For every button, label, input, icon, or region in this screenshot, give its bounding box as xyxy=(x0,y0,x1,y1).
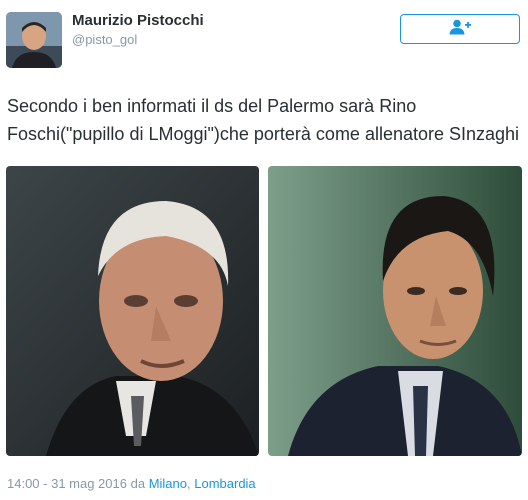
tweet-photo-1[interactable] xyxy=(6,166,259,456)
location-prefix: da xyxy=(130,476,146,491)
avatar[interactable] xyxy=(6,12,62,68)
tweet-photo-2[interactable] xyxy=(268,166,522,456)
user-handle[interactable]: @pisto_gol xyxy=(72,32,137,47)
timestamp[interactable]: 14:00 - 31 mag 2016 xyxy=(7,476,127,491)
display-name[interactable]: Maurizio Pistocchi xyxy=(72,12,204,29)
tweet-meta: 14:00 - 31 mag 2016 da Milano, Lombardia xyxy=(7,476,256,491)
location-region-link[interactable]: Lombardia xyxy=(194,476,255,491)
add-user-icon xyxy=(449,19,471,40)
tweet-text: Secondo i ben informati il ds del Palerm… xyxy=(7,96,520,144)
follow-button[interactable] xyxy=(400,14,520,44)
location-city-link[interactable]: Milano xyxy=(149,476,187,491)
